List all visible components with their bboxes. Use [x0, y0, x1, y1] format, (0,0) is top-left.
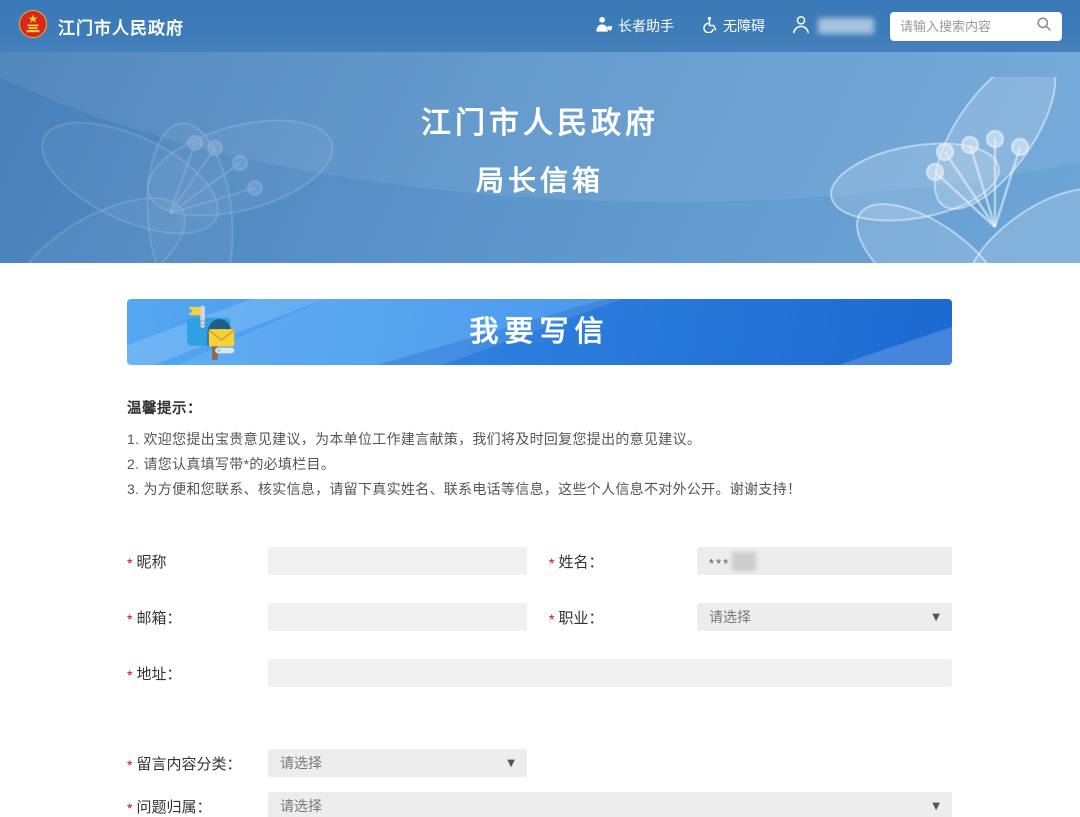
tips-section: 温馨提示： 1. 欢迎您提出宝贵意见建议，为本单位工作建言献策，我们将及时回复您…: [127, 397, 952, 502]
form-row-category: *留言内容分类： 请选择 ▼: [127, 749, 952, 777]
tip-line: 2. 请您认真填写带*的必填栏目。: [127, 452, 952, 477]
nav-elder-assistant-label: 长者助手: [618, 16, 674, 36]
search-box: [890, 12, 1062, 41]
chevron-down-icon: ▼: [932, 801, 940, 812]
required-asterisk: *: [127, 757, 132, 773]
form-row-address: *地址：: [127, 659, 952, 687]
chevron-down-icon: ▼: [507, 758, 515, 769]
tip-line: 3. 为方便和您联系、核实信息，请留下真实姓名、联系电话等信息，这些个人信息不对…: [127, 477, 952, 502]
site-logo-link[interactable]: 江门市人民政府: [18, 9, 184, 44]
elder-assistant-icon: [595, 16, 612, 36]
category-selected-value: 请选择: [280, 753, 507, 773]
tips-heading: 温馨提示：: [127, 397, 952, 418]
hero-title-line2: 局长信箱: [0, 159, 1080, 199]
email-input[interactable]: [268, 603, 527, 631]
top-header: 江门市人民政府 长者助手 无障碍: [0, 0, 1080, 52]
category-select[interactable]: 请选择 ▼: [268, 749, 527, 777]
hero-titles: 江门市人民政府 局长信箱: [0, 52, 1080, 199]
write-letter-banner: 我要写信: [127, 299, 952, 365]
address-label: *地址：: [127, 663, 268, 684]
user-icon: [791, 14, 811, 39]
nav-accessibility-label: 无障碍: [723, 16, 765, 36]
search-icon[interactable]: [1036, 16, 1052, 37]
masked-username: [818, 18, 874, 34]
required-asterisk: *: [127, 611, 132, 627]
site-title: 江门市人民政府: [58, 14, 184, 39]
chevron-down-icon: ▼: [932, 612, 940, 623]
form-row-email-occupation: *邮箱： *职业： 请选择 ▼: [127, 603, 952, 631]
hero-title-line1: 江门市人民政府: [0, 98, 1080, 142]
form-row-nickname-name: *昵称 *姓名： ***: [127, 547, 952, 575]
main-content: 我要写信 温馨提示： 1. 欢迎您提出宝贵意见建议，为本单位工作建言献策，我们将…: [127, 299, 952, 817]
page: 江门市人民政府 长者助手 无障碍: [0, 0, 1080, 817]
user-account[interactable]: [791, 14, 874, 39]
tip-line: 1. 欢迎您提出宝贵意见建议，为本单位工作建言献策，我们将及时回复您提出的意见建…: [127, 427, 952, 452]
attribution-label: *问题归属：: [127, 796, 268, 817]
accessibility-icon: [700, 16, 717, 36]
category-label: *留言内容分类：: [127, 753, 268, 774]
occupation-selected-value: 请选择: [709, 607, 932, 627]
required-asterisk: *: [127, 555, 132, 571]
name-masked-value: ***: [709, 552, 730, 571]
hero-banner: 江门市人民政府 局长信箱: [0, 52, 1080, 263]
name-label: *姓名：: [549, 551, 697, 572]
masked-name-character: [732, 552, 756, 571]
occupation-select[interactable]: 请选择 ▼: [697, 603, 952, 631]
nav-elder-assistant[interactable]: 长者助手: [595, 16, 674, 36]
search-input[interactable]: [900, 19, 1030, 34]
attribution-selected-value: 请选择: [280, 796, 932, 816]
write-letter-title: 我要写信: [127, 299, 952, 365]
form-row-attribution: *问题归属： 请选择 ▼: [127, 792, 952, 817]
attribution-select[interactable]: 请选择 ▼: [268, 792, 952, 817]
national-emblem-icon: [18, 9, 48, 44]
name-input[interactable]: ***: [697, 547, 952, 575]
letter-form: *昵称 *姓名： *** *邮箱： *职业：: [127, 547, 952, 817]
nickname-input[interactable]: [268, 547, 527, 575]
occupation-label: *职业：: [549, 607, 697, 628]
nickname-label: *昵称: [127, 551, 268, 572]
nav-accessibility[interactable]: 无障碍: [700, 16, 765, 36]
email-label: *邮箱：: [127, 607, 268, 628]
required-asterisk: *: [549, 611, 554, 627]
required-asterisk: *: [127, 800, 132, 816]
required-asterisk: *: [549, 555, 554, 571]
required-asterisk: *: [127, 667, 132, 683]
address-input[interactable]: [268, 659, 952, 687]
